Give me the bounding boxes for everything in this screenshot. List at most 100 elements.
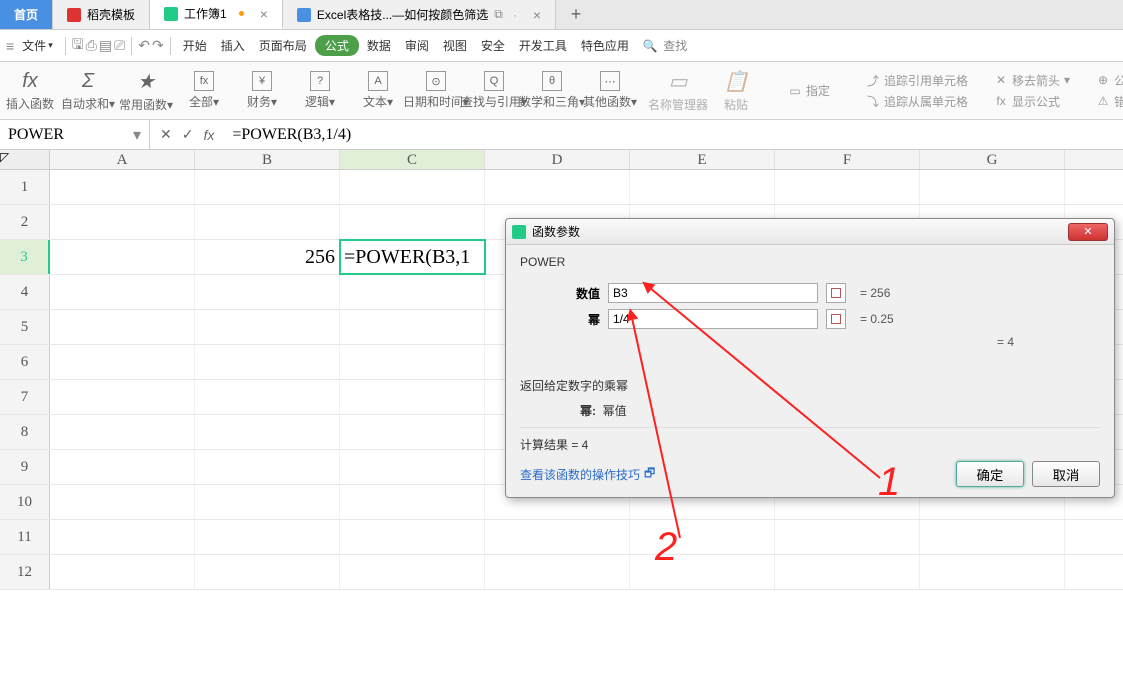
- cell[interactable]: [50, 240, 195, 274]
- menu-special[interactable]: 特色应用: [575, 34, 635, 57]
- menu-security[interactable]: 安全: [475, 34, 511, 57]
- menu-search[interactable]: 🔍 查找: [637, 34, 693, 57]
- col-header-f[interactable]: F: [775, 150, 920, 169]
- cell[interactable]: [340, 415, 485, 449]
- cell[interactable]: [195, 345, 340, 379]
- range-select-icon[interactable]: [826, 283, 846, 303]
- select-all-corner[interactable]: ◸: [0, 150, 50, 169]
- menu-page-layout[interactable]: 页面布局: [253, 34, 313, 57]
- preview-icon[interactable]: ⎚: [114, 37, 125, 54]
- col-header-c[interactable]: C: [340, 150, 485, 169]
- print-icon[interactable]: ▤: [99, 37, 112, 54]
- ribbon-designate[interactable]: ▭指定: [788, 82, 830, 99]
- add-tab-button[interactable]: +: [556, 0, 596, 29]
- menu-icon[interactable]: ≡: [6, 38, 14, 54]
- cell[interactable]: [340, 485, 485, 519]
- col-header-e[interactable]: E: [630, 150, 775, 169]
- cell[interactable]: [920, 555, 1065, 589]
- cell[interactable]: [195, 415, 340, 449]
- row-header[interactable]: 4: [0, 275, 50, 309]
- cell[interactable]: [50, 310, 195, 344]
- tab-workbook[interactable]: 工作簿1 ×: [150, 0, 283, 29]
- cell[interactable]: [50, 450, 195, 484]
- cell[interactable]: [340, 205, 485, 239]
- undo-icon[interactable]: ↶: [138, 37, 150, 54]
- cell[interactable]: [50, 555, 195, 589]
- cell[interactable]: [195, 380, 340, 414]
- cell[interactable]: [340, 170, 485, 204]
- menu-view[interactable]: 视图: [437, 34, 473, 57]
- cell-c3-editing[interactable]: =POWER(B3,1: [340, 240, 485, 274]
- row-header[interactable]: 10: [0, 485, 50, 519]
- row-header[interactable]: 3: [0, 240, 50, 274]
- row-header[interactable]: 9: [0, 450, 50, 484]
- cell[interactable]: [340, 345, 485, 379]
- cell[interactable]: [630, 170, 775, 204]
- cell[interactable]: [50, 415, 195, 449]
- cell[interactable]: [50, 345, 195, 379]
- cell[interactable]: [340, 380, 485, 414]
- row-header[interactable]: 6: [0, 345, 50, 379]
- cell[interactable]: [195, 450, 340, 484]
- cell[interactable]: [775, 170, 920, 204]
- dropdown-icon[interactable]: ▾: [133, 125, 141, 145]
- cell[interactable]: [195, 485, 340, 519]
- ribbon-logic[interactable]: ?逻辑▾: [296, 66, 344, 115]
- dialog-close-button[interactable]: ✕: [1068, 223, 1108, 241]
- dialog-titlebar[interactable]: 函数参数 ✕: [506, 219, 1114, 245]
- cell[interactable]: [50, 275, 195, 309]
- tab-home[interactable]: 首页: [0, 0, 53, 29]
- row-header[interactable]: 8: [0, 415, 50, 449]
- ribbon-error-check[interactable]: ⚠错误检查▾: [1096, 93, 1123, 110]
- ribbon-paste[interactable]: 📋粘贴: [712, 66, 760, 115]
- ribbon-autosum[interactable]: Σ自动求和▾: [64, 66, 112, 115]
- col-header-d[interactable]: D: [485, 150, 630, 169]
- help-link[interactable]: 查看该函数的操作技巧 🗗: [520, 464, 655, 485]
- ribbon-remove-arrows[interactable]: ✕移去箭头▾: [994, 72, 1070, 89]
- cell[interactable]: [340, 275, 485, 309]
- menu-dev[interactable]: 开发工具: [513, 34, 573, 57]
- col-header-b[interactable]: B: [195, 150, 340, 169]
- param-number-input[interactable]: [608, 283, 818, 303]
- cell[interactable]: [195, 275, 340, 309]
- cell[interactable]: [485, 555, 630, 589]
- ok-button[interactable]: 确定: [956, 461, 1024, 487]
- ribbon-trace-precedents[interactable]: ⤴追踪引用单元格: [866, 72, 968, 89]
- cell[interactable]: [195, 555, 340, 589]
- row-header[interactable]: 2: [0, 205, 50, 239]
- cancel-button[interactable]: 取消: [1032, 461, 1100, 487]
- ribbon-show-formula[interactable]: fx显示公式: [994, 93, 1070, 110]
- cell[interactable]: [340, 310, 485, 344]
- tab-template[interactable]: 稻壳模板: [53, 0, 150, 29]
- cell[interactable]: [630, 555, 775, 589]
- ribbon-finance[interactable]: ¥财务▾: [238, 66, 286, 115]
- row-header[interactable]: 1: [0, 170, 50, 204]
- fx-icon[interactable]: fx: [203, 127, 214, 143]
- menu-data[interactable]: 数据: [361, 34, 397, 57]
- cut-icon[interactable]: ⎙: [86, 37, 97, 54]
- ribbon-insert-fn[interactable]: fx插入函数: [6, 66, 54, 115]
- row-header[interactable]: 11: [0, 520, 50, 554]
- range-select-icon[interactable]: [826, 309, 846, 329]
- row-header[interactable]: 5: [0, 310, 50, 344]
- ribbon-name-mgr[interactable]: ▭名称管理器: [654, 66, 702, 115]
- row-header[interactable]: 12: [0, 555, 50, 589]
- save-icon[interactable]: 🖫: [72, 34, 84, 58]
- cell[interactable]: [775, 555, 920, 589]
- cell[interactable]: [340, 555, 485, 589]
- menu-review[interactable]: 审阅: [399, 34, 435, 57]
- name-box[interactable]: POWER ▾: [0, 120, 150, 149]
- file-menu[interactable]: 文件▾: [16, 34, 59, 57]
- cell[interactable]: [195, 205, 340, 239]
- cell[interactable]: [50, 520, 195, 554]
- cell[interactable]: [920, 170, 1065, 204]
- ribbon-math[interactable]: θ数学和三角▾: [528, 66, 576, 115]
- ribbon-formula-eval[interactable]: ⊕公式求值: [1096, 72, 1123, 89]
- param-power-input[interactable]: [608, 309, 818, 329]
- ribbon-other[interactable]: ⋯其他函数▾: [586, 66, 634, 115]
- ribbon-text[interactable]: A文本▾: [354, 66, 402, 115]
- cell[interactable]: [50, 380, 195, 414]
- cancel-icon[interactable]: ✕: [160, 126, 172, 143]
- cell[interactable]: [630, 520, 775, 554]
- ribbon-lookup[interactable]: Q查找与引用▾: [470, 66, 518, 115]
